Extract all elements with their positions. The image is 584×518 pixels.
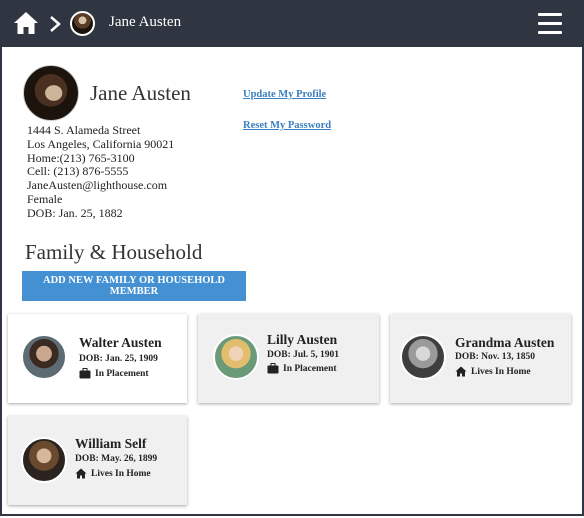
chevron-right-icon	[50, 16, 61, 32]
member-dob: DOB: May. 26, 1899	[75, 454, 158, 464]
member-card[interactable]: Walter Austen DOB: Jan. 25, 1909 In Plac…	[8, 314, 187, 403]
profile-details: 1444 S. Alameda Street Los Angeles, Cali…	[27, 123, 175, 221]
hamburger-menu-icon[interactable]	[538, 13, 562, 34]
home-icon	[75, 468, 87, 479]
member-status: In Placement	[267, 363, 337, 374]
member-name: Walter Austen	[79, 335, 162, 350]
briefcase-icon	[267, 363, 279, 374]
member-status-label: In Placement	[283, 363, 337, 374]
address-line-1: 1444 S. Alameda Street	[27, 123, 141, 137]
profile-avatar	[23, 65, 79, 121]
member-status-label: Lives In Home	[471, 366, 531, 377]
member-card[interactable]: Lilly Austen DOB: Jul. 5, 1901 In Placem…	[198, 314, 379, 403]
member-avatar	[213, 334, 259, 380]
member-status: Lives In Home	[455, 366, 531, 377]
member-avatar	[21, 437, 67, 483]
profile-name: Jane Austen	[90, 81, 191, 105]
cell-phone: Cell: (213) 876-5555	[27, 164, 129, 179]
date-of-birth: DOB: Jan. 25, 1882	[27, 205, 123, 220]
member-avatar	[21, 334, 67, 380]
home-phone: Home:(213) 765-3100	[27, 150, 135, 165]
update-profile-link[interactable]: Update My Profile	[243, 89, 326, 100]
section-title: Family & Household	[25, 240, 203, 264]
member-status: In Placement	[79, 368, 149, 379]
member-avatar	[400, 334, 446, 380]
member-status-label: Lives In Home	[91, 468, 151, 479]
avatar[interactable]	[70, 11, 95, 36]
member-name: William Self	[75, 436, 147, 451]
member-dob: DOB: Nov. 13, 1850	[455, 352, 535, 362]
member-status-label: In Placement	[95, 368, 149, 379]
home-icon[interactable]	[13, 11, 39, 35]
breadcrumb-current: Jane Austen	[109, 14, 182, 30]
member-dob: DOB: Jul. 5, 1901	[267, 350, 340, 360]
briefcase-icon	[79, 368, 91, 379]
member-card[interactable]: William Self DOB: May. 26, 1899 Lives In…	[8, 416, 187, 505]
home-icon	[455, 366, 467, 377]
member-name: Lilly Austen	[267, 332, 338, 347]
gender: Female	[27, 191, 63, 206]
member-dob: DOB: Jan. 25, 1909	[79, 354, 158, 364]
member-status: Lives In Home	[75, 468, 151, 479]
email: JaneAusten@lighthouse.com	[27, 178, 168, 193]
top-navigation-bar: Jane Austen	[0, 0, 584, 47]
member-card[interactable]: Grandma Austen DOB: Nov. 13, 1850 Lives …	[390, 314, 571, 403]
member-name: Grandma Austen	[455, 335, 555, 350]
address-line-2: Los Angeles, California 90021	[27, 136, 175, 151]
add-family-member-button[interactable]: ADD NEW FAMILY OR HOUSEHOLD MEMBER	[22, 271, 246, 301]
reset-password-link[interactable]: Reset My Password	[243, 120, 331, 131]
